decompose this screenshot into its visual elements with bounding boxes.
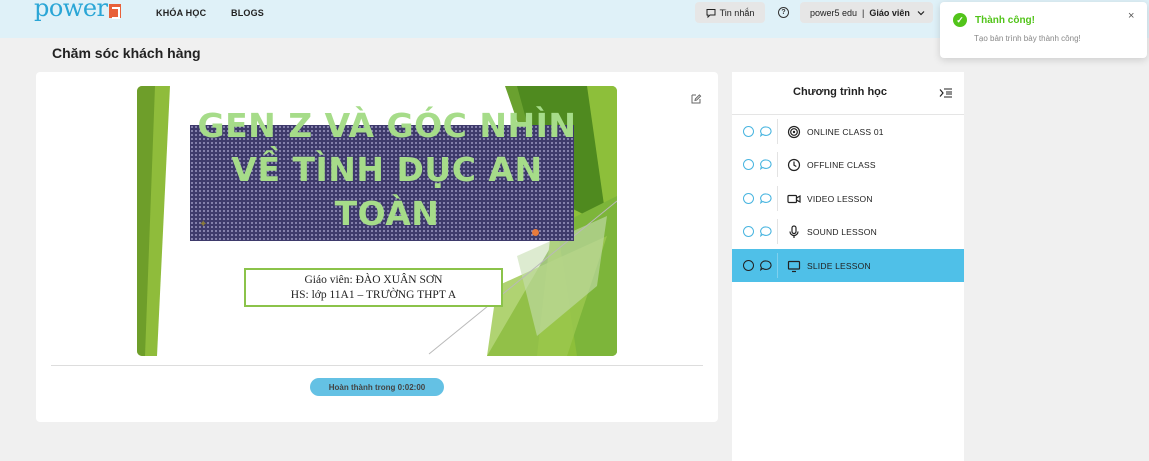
toast-close-icon[interactable]: ×	[1128, 10, 1134, 22]
target-icon	[787, 125, 801, 139]
edit-icon[interactable]	[690, 93, 702, 105]
lesson-item-online-class[interactable]: ONLINE CLASS 01	[732, 115, 964, 148]
comment-icon[interactable]	[760, 126, 772, 137]
student-line: HS: lớp 11A1 – TRƯỜNG THPT A	[290, 289, 457, 301]
completion-circle-icon[interactable]	[743, 226, 754, 237]
lesson-separator	[777, 119, 778, 144]
slide-info-box: Giáo viên: ĐÀO XUÂN SƠN HS: lớp 11A1 – T…	[244, 268, 503, 307]
collapse-sidebar-icon[interactable]	[939, 88, 952, 98]
comment-icon[interactable]	[760, 260, 772, 271]
comment-icon[interactable]	[760, 193, 772, 204]
lesson-separator	[777, 253, 778, 278]
lesson-item-video-lesson[interactable]: VIDEO LESSON	[732, 182, 964, 215]
nav-blogs[interactable]: BLOGS	[231, 8, 264, 18]
toast-message: Tạo bản trình bày thành công!	[974, 34, 1081, 43]
help-icon[interactable]: ?	[778, 7, 789, 18]
lesson-label: SOUND LESSON	[807, 227, 877, 237]
microphone-icon	[789, 225, 799, 238]
completion-circle-icon[interactable]	[743, 159, 754, 170]
lesson-separator	[777, 186, 778, 211]
teacher-line: Giáo viên: ĐÀO XUÂN SƠN	[304, 274, 443, 286]
success-toast: ✓ Thành công! Tạo bản trình bày thành cô…	[940, 2, 1147, 58]
complete-button[interactable]: Hoàn thành trong 0:02:00	[310, 378, 444, 396]
monitor-icon	[787, 260, 801, 273]
user-name: power5 edu	[810, 7, 858, 18]
logo-text: power	[34, 0, 108, 22]
lesson-separator	[777, 219, 778, 244]
lesson-item-slide-lesson[interactable]: SLIDE LESSON	[732, 249, 964, 282]
course-sidebar: Chương trình học ONLINE CLASS 01 OFFLINE…	[732, 72, 964, 461]
slide-title: GEN Z VÀ GÓC NHÌN VỀ TÌNH DỤC AN TOÀN	[197, 106, 577, 233]
user-separator: |	[862, 7, 865, 18]
logo-mark-icon	[108, 4, 121, 19]
user-role: Giáo viên	[869, 7, 910, 18]
page-title: Chăm sóc khách hàng	[52, 45, 201, 61]
divider	[51, 365, 703, 366]
presentation-slide[interactable]: GEN Z VÀ GÓC NHÌN VỀ TÌNH DỤC AN TOÀN ✦ …	[137, 86, 617, 356]
chevron-down-icon	[917, 10, 925, 15]
lesson-label: SLIDE LESSON	[807, 261, 871, 271]
lesson-label: ONLINE CLASS 01	[807, 127, 884, 137]
lesson-separator	[777, 152, 778, 177]
chat-icon	[706, 8, 716, 18]
clock-icon	[787, 158, 801, 172]
completion-circle-icon[interactable]	[743, 193, 754, 204]
lesson-item-sound-lesson[interactable]: SOUND LESSON	[732, 215, 964, 248]
messages-label: Tin nhắn	[719, 7, 755, 18]
completion-circle-icon[interactable]	[743, 126, 754, 137]
lesson-label: OFFLINE CLASS	[807, 160, 876, 170]
messages-button[interactable]: Tin nhắn	[695, 2, 765, 23]
user-menu-button[interactable]: power5 edu | Giáo viên	[800, 2, 933, 23]
nav-courses[interactable]: KHÓA HỌC	[156, 8, 206, 18]
slide-viewer-card: GEN Z VÀ GÓC NHÌN VỀ TÌNH DỤC AN TOÀN ✦ …	[36, 72, 718, 422]
sidebar-title: Chương trình học	[793, 86, 887, 98]
resize-handle-icon: ✦	[199, 219, 208, 230]
comment-icon[interactable]	[760, 159, 772, 170]
lesson-item-offline-class[interactable]: OFFLINE CLASS	[732, 148, 964, 181]
power5-logo[interactable]: power	[34, 0, 121, 20]
completion-circle-icon[interactable]	[743, 260, 754, 271]
lesson-label: VIDEO LESSON	[807, 194, 873, 204]
rotate-handle-icon	[532, 229, 539, 236]
toast-title: Thành công!	[975, 15, 1035, 26]
video-icon	[787, 194, 801, 204]
comment-icon[interactable]	[760, 226, 772, 237]
success-check-icon: ✓	[953, 13, 967, 27]
